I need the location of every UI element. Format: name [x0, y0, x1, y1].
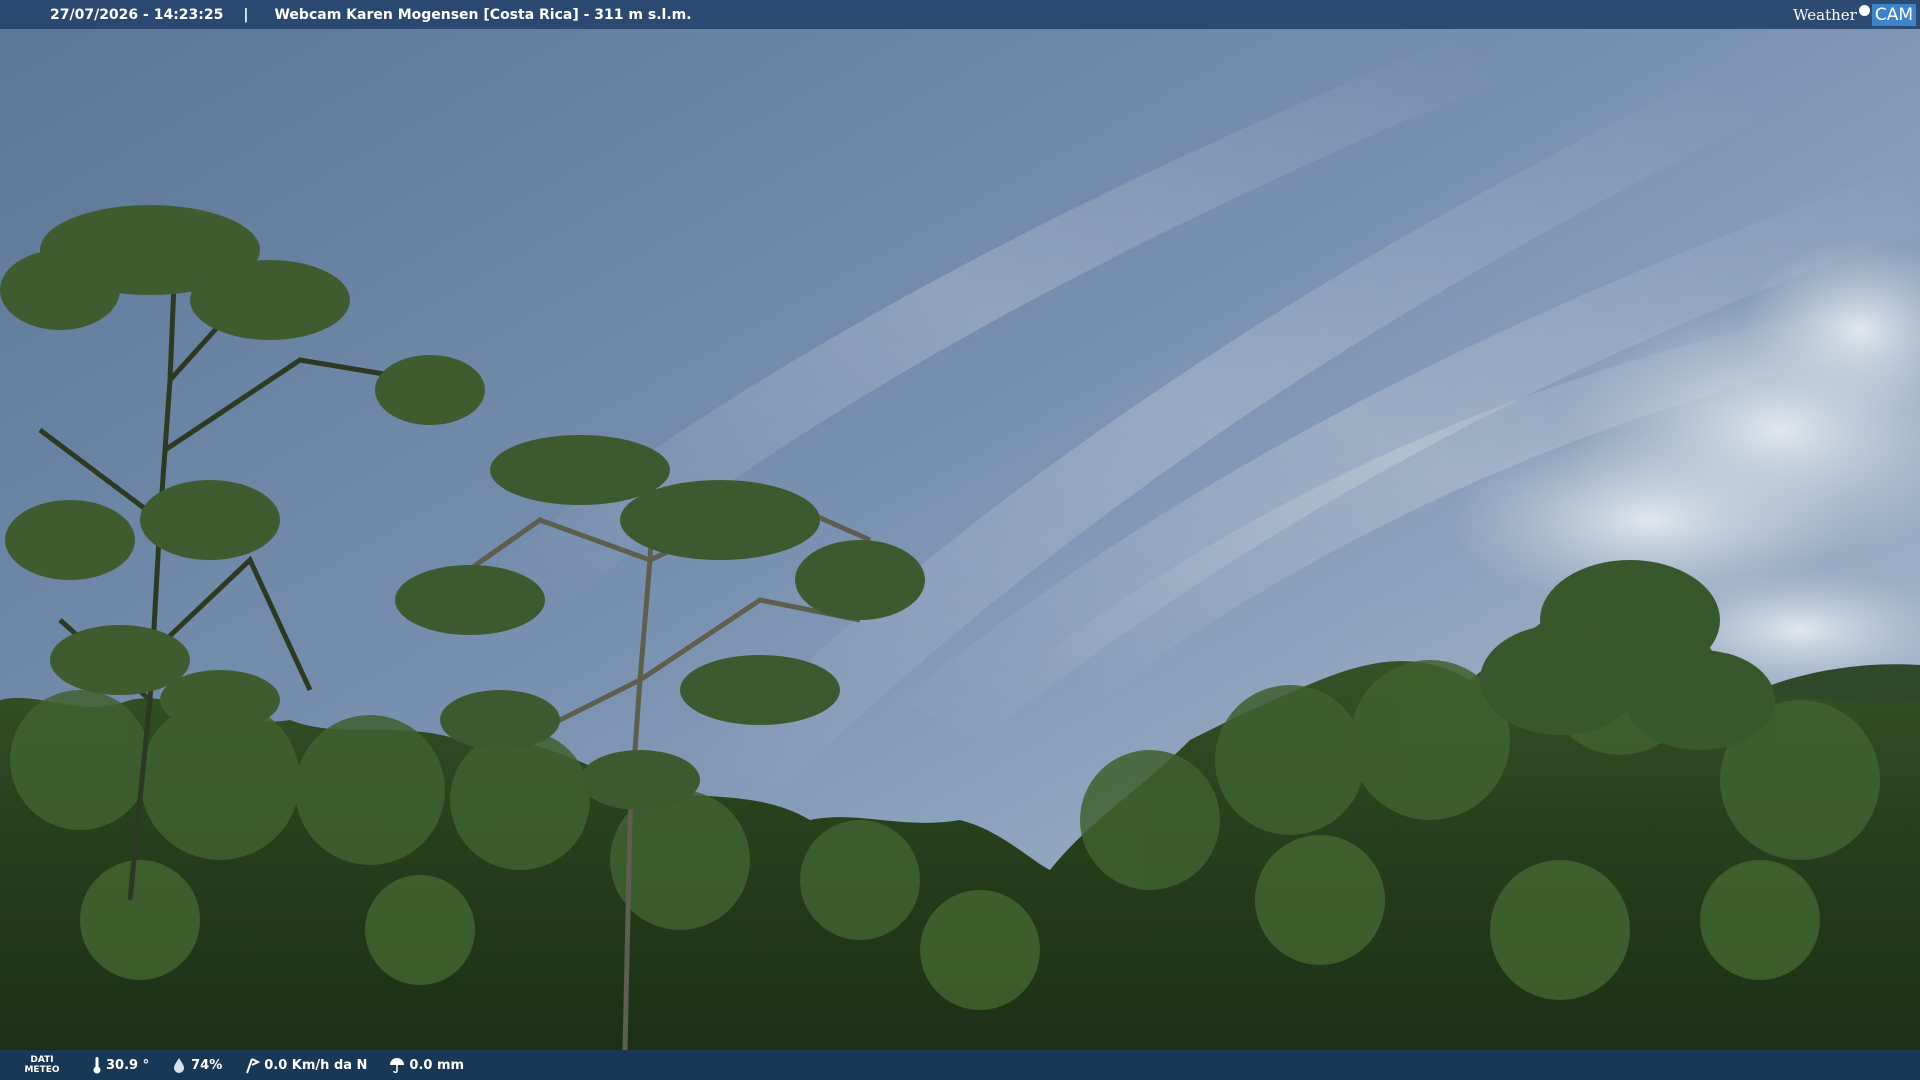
wind-reading: 0.0 Km/h da N	[244, 1056, 367, 1074]
humidity-reading: 74%	[171, 1057, 222, 1073]
thermometer-icon	[93, 1057, 101, 1074]
rain-value: 0.0 mm	[409, 1057, 465, 1073]
weathercam-logo: Weather CAM	[1793, 0, 1920, 29]
logo-sun-icon	[1858, 5, 1870, 16]
webcam-scene-image	[0, 0, 1920, 1080]
weather-label-line-1: DATI	[30, 1055, 54, 1065]
wind-value: 0.0 Km/h da N	[264, 1057, 368, 1073]
rain-reading: 0.0 mm	[389, 1057, 464, 1073]
webcam-view: 27/07/2026 - 14:23:25 | Webcam Karen Mog…	[0, 0, 1920, 1080]
weather-data-label: DATI METEO	[14, 1055, 70, 1075]
separator: |	[243, 6, 249, 23]
weather-data-bar: DATI METEO 30.9 ° 74% 0.0 Km/h da N 0.0 …	[0, 1050, 1920, 1080]
temperature-reading: 30.9 °	[92, 1056, 149, 1074]
timestamp: 27/07/2026 - 14:23:25	[50, 6, 224, 23]
temperature-value: 30.9 °	[106, 1057, 150, 1073]
logo-word-weather: Weather	[1793, 5, 1857, 24]
wind-icon	[246, 1058, 261, 1074]
rain-umbrella-icon	[390, 1058, 405, 1073]
top-info-bar: 27/07/2026 - 14:23:25 | Webcam Karen Mog…	[0, 0, 1920, 29]
humidity-drop-icon	[174, 1058, 185, 1073]
weather-label-line-2: METEO	[24, 1065, 60, 1075]
humidity-value: 74%	[191, 1057, 223, 1073]
logo-word-cam: CAM	[1871, 3, 1916, 26]
webcam-title: Webcam Karen Mogensen [Costa Rica] - 311…	[274, 6, 692, 23]
